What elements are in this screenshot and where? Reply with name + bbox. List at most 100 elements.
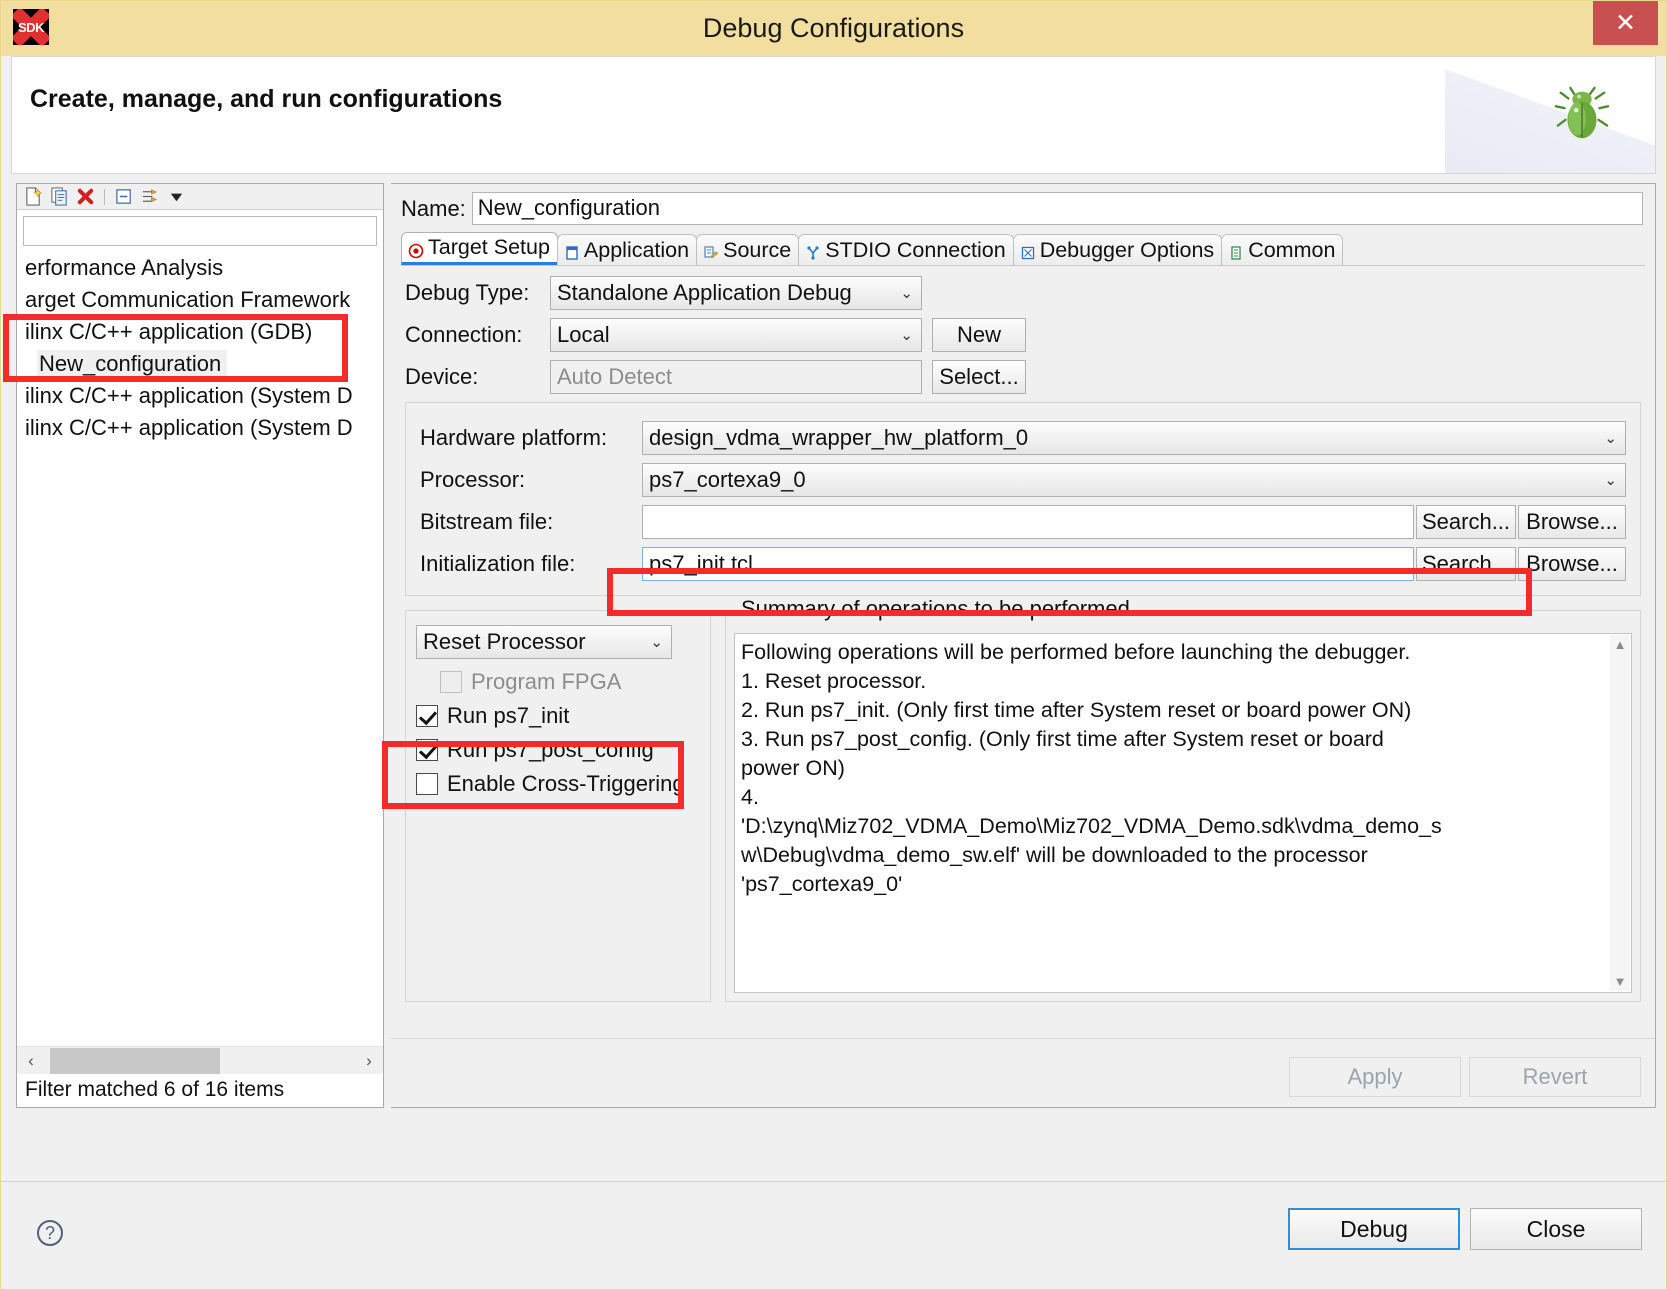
- application-icon: [564, 242, 580, 260]
- delete-configuration-icon[interactable]: [73, 186, 97, 208]
- filter-status-text: Filter matched 6 of 16 items: [17, 1074, 383, 1107]
- processor-select[interactable]: ps7_cortexa9_0 ⌄: [642, 463, 1626, 497]
- processor-value: ps7_cortexa9_0: [649, 467, 806, 492]
- summary-text-area[interactable]: Following operations will be performed b…: [734, 633, 1632, 993]
- duplicate-configuration-icon[interactable]: [47, 186, 71, 208]
- new-configuration-icon[interactable]: [21, 186, 45, 208]
- dialog-footer: ? Debug Close: [1, 1181, 1666, 1289]
- hardware-platform-value: design_vdma_wrapper_hw_platform_0: [649, 425, 1029, 450]
- chevron-down-icon: ⌄: [650, 634, 663, 651]
- run-ps7-post-config-checkbox-row[interactable]: Run ps7_post_config: [416, 733, 700, 767]
- scrollbar-track[interactable]: [45, 1047, 355, 1075]
- hardware-group: Hardware platform: design_vdma_wrapper_h…: [405, 402, 1641, 596]
- tab-label: STDIO Connection: [825, 237, 1006, 262]
- bitstream-file-input[interactable]: [642, 505, 1414, 539]
- tree-item-label: arget Communication Framework: [25, 287, 351, 312]
- tab-application[interactable]: Application: [556, 234, 698, 265]
- view-menu-icon[interactable]: [164, 186, 188, 208]
- program-fpga-checkbox[interactable]: [440, 671, 462, 693]
- sdk-icon: SDK: [13, 9, 49, 45]
- help-icon[interactable]: ?: [37, 1220, 63, 1246]
- scrollbar-thumb[interactable]: [50, 1047, 220, 1074]
- run-ps7-init-checkbox[interactable]: [416, 705, 438, 727]
- tab-target-setup[interactable]: Target Setup: [401, 232, 558, 265]
- connection-select[interactable]: Local ⌄: [550, 318, 922, 352]
- connection-label: Connection:: [405, 322, 523, 347]
- configurations-tree[interactable]: erformance Analysis arget Communication …: [17, 252, 383, 1045]
- configuration-name-row: Name: New_configuration: [391, 184, 1655, 225]
- tree-horizontal-scrollbar[interactable]: ‹ ›: [17, 1046, 383, 1074]
- enable-cross-triggering-checkbox-row[interactable]: Enable Cross-Triggering: [416, 767, 700, 801]
- tree-item-xilinx-system-debugger-1[interactable]: ilinx C/C++ application (System D: [17, 380, 383, 412]
- enable-cross-triggering-checkbox[interactable]: [416, 773, 438, 795]
- tab-debugger-options[interactable]: Debugger Options: [1012, 234, 1223, 265]
- summary-text: Following operations will be performed b…: [741, 640, 1442, 896]
- run-ps7-post-config-label: Run ps7_post_config: [447, 737, 654, 762]
- summary-legend: Summary of operations to be performed: [736, 596, 1135, 622]
- collapse-all-icon[interactable]: [112, 186, 136, 208]
- scroll-up-arrow-icon[interactable]: ▲: [1614, 637, 1627, 652]
- initialization-file-input[interactable]: ps7_init.tcl: [642, 547, 1414, 581]
- initialization-browse-button[interactable]: Browse...: [1518, 547, 1626, 581]
- connection-value: Local: [557, 322, 610, 347]
- title-bar: SDK Debug Configurations ✕: [1, 1, 1666, 56]
- select-device-button[interactable]: Select...: [932, 360, 1026, 394]
- page-title: Create, manage, and run configurations: [30, 85, 503, 113]
- tab-source[interactable]: Source: [696, 234, 800, 265]
- new-connection-button[interactable]: New: [932, 318, 1026, 352]
- device-input[interactable]: Auto Detect: [550, 360, 922, 394]
- run-ps7-init-label: Run ps7_init: [447, 703, 570, 728]
- run-ps7-post-config-checkbox[interactable]: [416, 739, 438, 761]
- reset-mode-select[interactable]: Reset Processor ⌄: [416, 625, 672, 659]
- tab-stdio-connection[interactable]: STDIO Connection: [798, 234, 1014, 265]
- tree-item-new-configuration[interactable]: New_configuration: [17, 348, 383, 380]
- stdio-connection-icon: [805, 242, 821, 260]
- common-icon: [1228, 242, 1244, 260]
- debug-button[interactable]: Debug: [1288, 1208, 1460, 1250]
- tree-item-label: erformance Analysis: [25, 255, 224, 280]
- filter-input-value: [24, 217, 376, 221]
- enable-cross-triggering-label: Enable Cross-Triggering: [447, 771, 685, 796]
- configuration-editor-panel: Name: New_configuration Target Setup App…: [391, 183, 1656, 1108]
- summary-vertical-scrollbar[interactable]: ▲ ▼: [1610, 635, 1630, 991]
- filter-input[interactable]: [23, 216, 377, 246]
- footer-buttons: Debug Close: [1288, 1208, 1642, 1250]
- initialization-search-button[interactable]: Search...: [1416, 547, 1516, 581]
- configurations-tree-panel: erformance Analysis arget Communication …: [16, 183, 384, 1108]
- program-fpga-checkbox-row[interactable]: Program FPGA: [416, 665, 700, 699]
- bitstream-browse-button[interactable]: Browse...: [1518, 505, 1626, 539]
- dialog-content: erformance Analysis arget Communication …: [11, 183, 1656, 1108]
- tree-item-target-communication-framework[interactable]: arget Communication Framework: [17, 284, 383, 316]
- scroll-left-arrow-icon[interactable]: ‹: [17, 1051, 45, 1071]
- debug-type-label: Debug Type:: [405, 280, 530, 305]
- target-setup-form: Debug Type: Standalone Application Debug…: [391, 266, 1655, 394]
- reset-mode-value: Reset Processor: [423, 629, 586, 654]
- hardware-platform-label: Hardware platform:: [420, 425, 608, 450]
- hardware-platform-select[interactable]: design_vdma_wrapper_hw_platform_0 ⌄: [642, 421, 1626, 455]
- tree-item-xilinx-gdb[interactable]: ilinx C/C++ application (GDB): [17, 316, 383, 348]
- tab-common[interactable]: Common: [1221, 234, 1344, 265]
- tab-label: Application: [583, 237, 690, 262]
- tree-item-label: New_configuration: [37, 350, 228, 377]
- close-button[interactable]: Close: [1470, 1208, 1642, 1250]
- close-window-button[interactable]: ✕: [1593, 1, 1658, 45]
- apply-button[interactable]: Apply: [1289, 1057, 1461, 1097]
- sdk-icon-label: SDK: [18, 20, 44, 35]
- processor-label: Processor:: [420, 467, 526, 492]
- tree-item-label: ilinx C/C++ application (GDB): [25, 319, 313, 344]
- tab-label: Common: [1248, 237, 1336, 262]
- bitstream-search-button[interactable]: Search...: [1416, 505, 1516, 539]
- tree-item-performance-analysis[interactable]: erformance Analysis: [17, 252, 383, 284]
- debug-type-select[interactable]: Standalone Application Debug ⌄: [550, 276, 922, 310]
- revert-button[interactable]: Revert: [1469, 1057, 1641, 1097]
- name-input[interactable]: New_configuration: [471, 192, 1643, 225]
- tree-item-xilinx-system-debugger-2[interactable]: ilinx C/C++ application (System D: [17, 412, 383, 444]
- window-title: Debug Configurations: [702, 13, 965, 43]
- tree-item-label: ilinx C/C++ application (System D: [25, 383, 353, 408]
- filter-arrow-icon[interactable]: [138, 186, 162, 208]
- scroll-right-arrow-icon[interactable]: ›: [355, 1051, 383, 1071]
- tab-bar: Target Setup Application Source STDIO Co…: [401, 232, 1645, 266]
- tab-label: Target Setup: [428, 235, 550, 259]
- run-ps7-init-checkbox-row[interactable]: Run ps7_init: [416, 699, 700, 733]
- scroll-down-arrow-icon[interactable]: ▼: [1614, 974, 1627, 989]
